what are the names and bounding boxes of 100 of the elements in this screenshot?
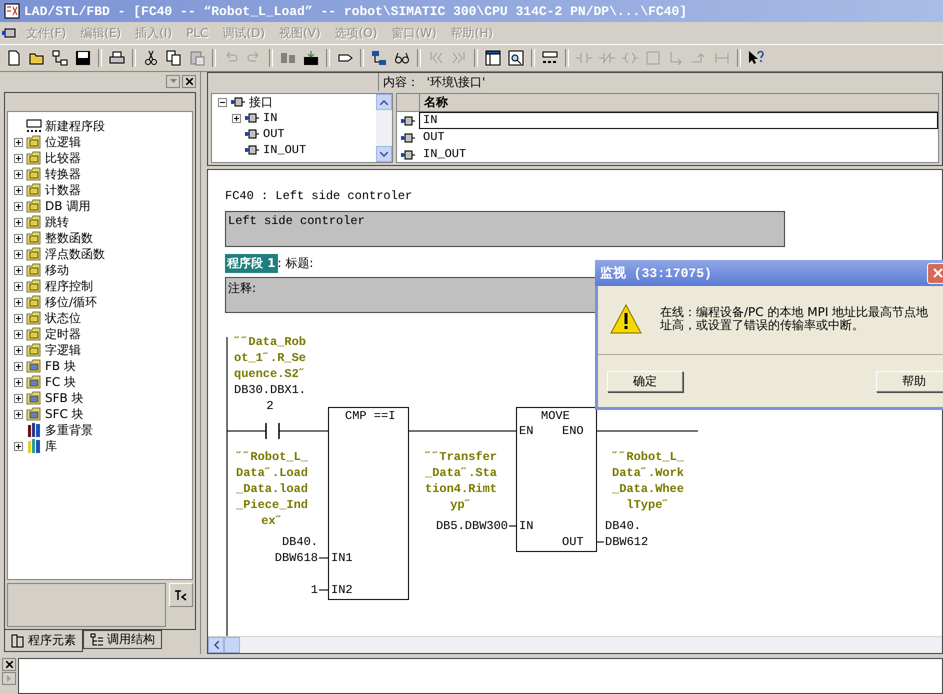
operand-address: DB40. DBW612 [605,518,648,550]
folder-icon [26,358,42,374]
pin-label: IN [519,518,534,534]
tree-item[interactable]: 移位/循环 [45,294,98,310]
scroll-thumb[interactable] [224,637,240,653]
books-icon [26,422,42,438]
close-icon [6,661,12,668]
operand-symbol: ˝˝Robot_L_Data˝.Load_Data.load_Piece_Index˝ [236,449,308,529]
compare-block[interactable] [328,407,409,600]
tree-item[interactable]: 程序控制 [45,278,93,294]
save-icon [75,50,91,66]
folder-icon [26,326,42,342]
tab[interactable]: 调用结构 [83,630,162,649]
expand-toggle-icon[interactable] [14,330,23,338]
download-icon [303,50,319,66]
scroll-left-button[interactable] [208,637,224,653]
tree-item[interactable]: 移动 [45,262,69,278]
tree-item[interactable]: OUT [263,127,285,141]
operand-symbol: ˝˝Transfer_Data˝.Station4.Rimtyp˝ [425,449,497,513]
contact-symbol[interactable] [265,422,280,440]
expand-toggle-icon[interactable] [14,218,23,226]
dialog-button[interactable]: 确定 [607,370,683,392]
column-header[interactable]: 名称 [420,94,448,111]
folder-icon [26,310,42,326]
wire [226,430,266,432]
jump-icon [174,589,188,601]
block-comment[interactable]: Left side controler [225,211,785,247]
collapse-toggle-icon[interactable] [218,98,227,106]
new-file-icon [6,50,22,66]
block-title: FC40 : Left side controler [225,189,414,205]
tree-item[interactable]: SFB 块 [45,390,84,406]
expand-toggle-icon[interactable] [14,298,23,306]
tree-item[interactable]: 位逻辑 [45,134,81,150]
expand-toggle-icon[interactable] [14,170,23,178]
tree-item[interactable]: 字逻辑 [45,342,81,358]
folder-icon [26,278,42,294]
tree-item[interactable]: IN_OUT [263,143,306,157]
folder-icon [26,166,42,182]
module-icon [280,50,296,66]
tree-item[interactable]: 接口 [249,94,273,110]
network-title[interactable]: : 标题: [278,254,314,272]
tree-item[interactable]: FC 块 [45,374,76,390]
expand-toggle-icon[interactable] [14,346,23,354]
network-label[interactable]: 程序段 1 [225,254,278,272]
table-cell[interactable]: OUT [419,129,938,146]
branch-open-icon [668,50,684,66]
tree-item[interactable]: 定时器 [45,326,81,342]
tree-item[interactable]: 跳转 [45,214,69,230]
expand-toggle-icon[interactable] [14,442,23,450]
new-network-icon [26,118,42,134]
expand-toggle-icon[interactable] [14,250,23,258]
expand-toggle-icon[interactable] [14,186,23,194]
chevron-left-icon [214,641,218,649]
close-icon [933,268,943,278]
close-button[interactable] [2,658,16,671]
move-block[interactable] [516,407,597,552]
network-icon [52,50,68,66]
pin-label: OUT [562,534,584,550]
operand-symbol: ˝˝Data_Robot_1˝.R_Sequence.S2˝ [234,334,306,382]
tree-item[interactable]: FB 块 [45,358,76,374]
tree-item[interactable]: 整数函数 [45,230,93,246]
help-cursor-icon [748,50,764,66]
scroll-up-button[interactable] [376,94,392,110]
tree-item[interactable]: DB 调用 [45,198,90,214]
folder-icon [26,198,42,214]
tree-item[interactable]: SFC 块 [45,406,84,422]
table-cell[interactable]: IN_OUT [419,146,938,163]
tree-item[interactable]: 浮点数函数 [45,246,105,262]
expand-toggle-icon[interactable] [14,378,23,386]
scroll-down-button[interactable] [376,146,392,162]
print-icon [109,50,125,66]
expand-toggle-icon[interactable] [14,154,23,162]
tab[interactable]: 程序元素 [4,630,83,652]
expand-toggle-icon[interactable] [232,114,241,122]
expand-toggle-icon[interactable] [14,314,23,322]
expand-toggle-icon[interactable] [14,282,23,290]
tree-item[interactable]: 转换器 [45,166,81,182]
tree-item[interactable]: IN [263,111,278,125]
tree-item[interactable]: 新建程序段 [45,118,105,134]
expand-toggle-icon[interactable] [14,266,23,274]
expand-toggle-icon[interactable] [14,410,23,418]
tree-item[interactable]: 库 [45,438,57,454]
dialog-button[interactable]: 帮助 [876,370,943,392]
expand-toggle-icon[interactable] [14,138,23,146]
table-cell[interactable]: IN [419,112,938,129]
tree-item[interactable]: 多重背景 [45,422,93,438]
copy-icon [166,50,182,66]
block-title: CMP ==I [345,408,396,424]
jump-button[interactable] [169,583,193,607]
tree-item[interactable]: 计数器 [45,182,81,198]
expand-toggle-icon[interactable] [14,234,23,242]
tree-item[interactable]: 比较器 [45,150,81,166]
expand-toggle-icon[interactable] [14,362,23,370]
folder-icon [26,214,42,230]
overview-icon [485,50,501,66]
expand-toggle-icon[interactable] [14,394,23,402]
tree-item[interactable]: 状态位 [45,310,81,326]
expand-toggle-icon[interactable] [14,202,23,210]
folder-icon [26,374,42,390]
close-button[interactable] [182,74,196,88]
